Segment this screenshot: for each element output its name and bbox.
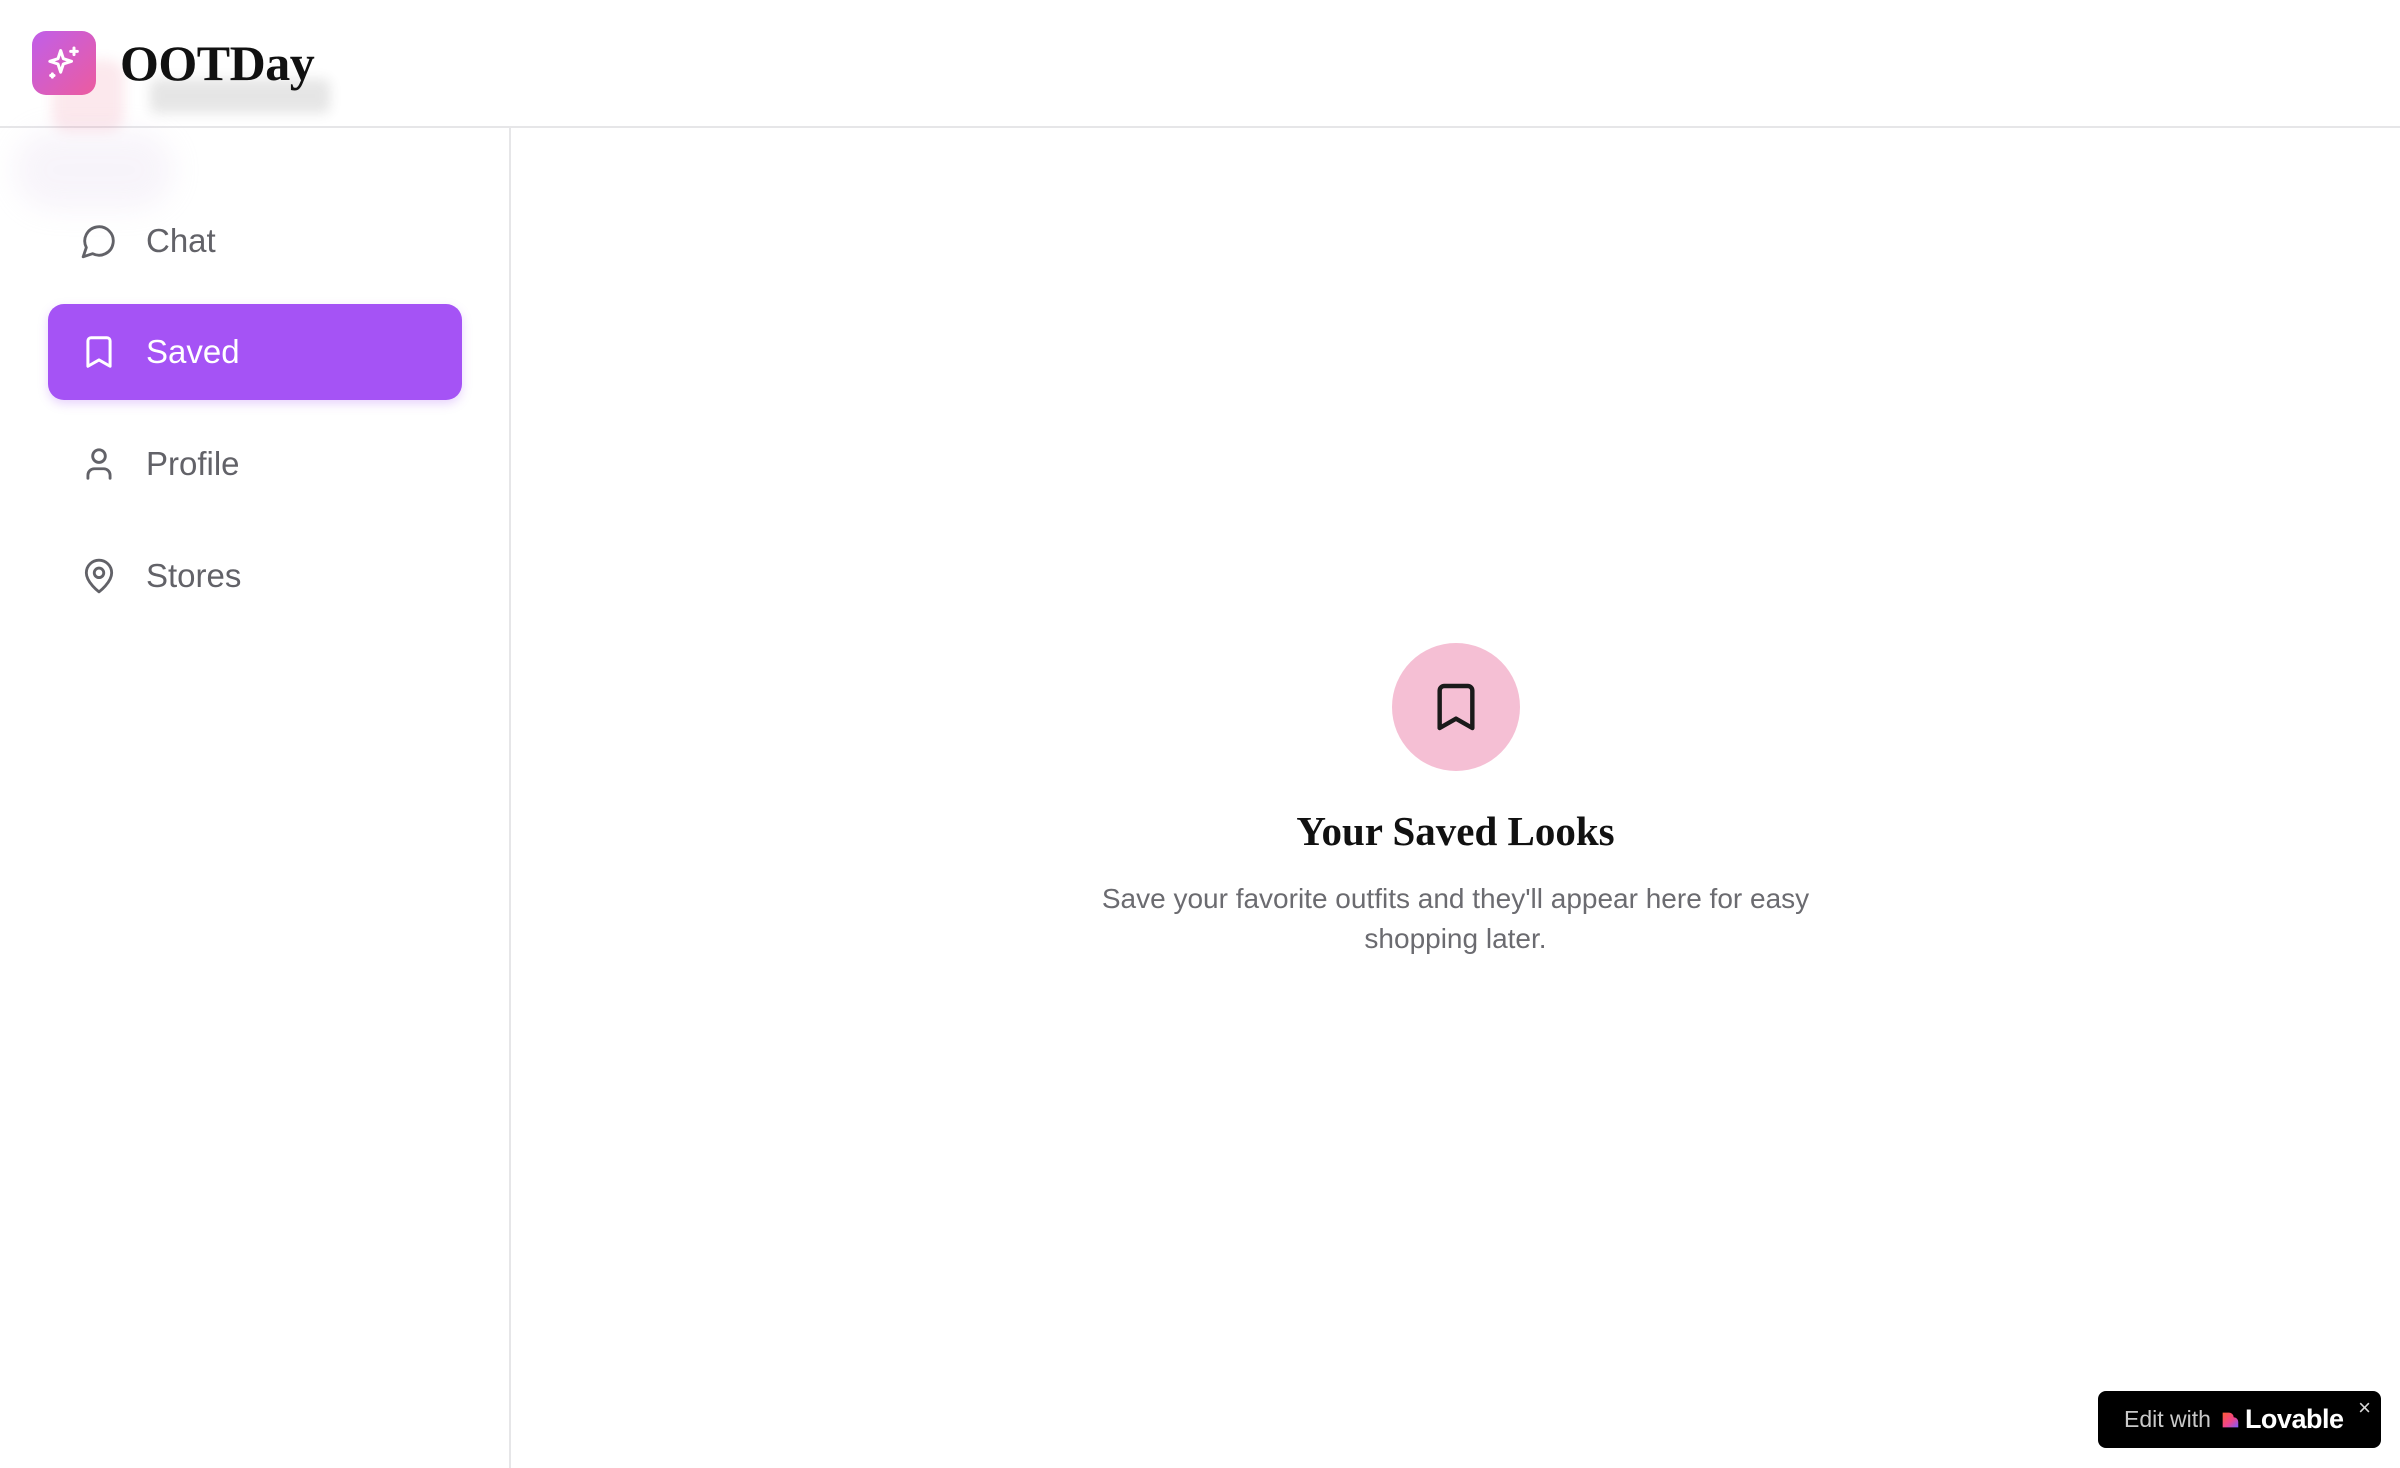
empty-state-description: Save your favorite outfits and they'll a… [1101, 883, 1810, 954]
empty-state-title: Your Saved Looks [1296, 808, 1615, 854]
sidebar-item-chat[interactable]: Chat [48, 193, 462, 289]
user-icon [80, 445, 118, 483]
main-content: Your Saved Looks Save your favorite outf… [511, 128, 2400, 1468]
map-pin-icon [80, 557, 118, 595]
message-circle-icon [80, 222, 118, 260]
app-name: OOTDay [120, 35, 315, 91]
sidebar-item-label: Saved [146, 333, 240, 370]
close-icon[interactable]: × [2358, 1397, 2371, 1419]
sidebar-item-saved[interactable]: Saved [48, 304, 462, 400]
top-header: OOTDay [0, 0, 2400, 132]
sparkles-icon [32, 31, 96, 95]
lovable-heart-icon [2219, 1409, 2241, 1431]
sidebar-item-stores[interactable]: Stores [48, 528, 462, 624]
badge-brand: Lovable [2244, 1404, 2344, 1434]
badge-prefix: Edit with [2124, 1406, 2211, 1432]
bookmark-icon [1391, 643, 1520, 771]
app-logo[interactable]: OOTDay [32, 31, 315, 95]
sidebar-item-label: Stores [146, 557, 242, 594]
edit-with-lovable-badge[interactable]: Edit with Lovable × [2098, 1391, 2381, 1448]
sidebar: Chat Saved Profile Stores [0, 128, 511, 1468]
bookmark-icon [80, 333, 118, 371]
app-root: OOTDay Chat Saved Profile Stores Your Sa… [0, 0, 2400, 1468]
empty-state: Your Saved Looks Save your favorite outf… [511, 643, 2400, 959]
sidebar-item-label: Profile [146, 445, 240, 482]
sidebar-item-profile[interactable]: Profile [48, 416, 462, 512]
sidebar-item-label: Chat [146, 222, 216, 259]
